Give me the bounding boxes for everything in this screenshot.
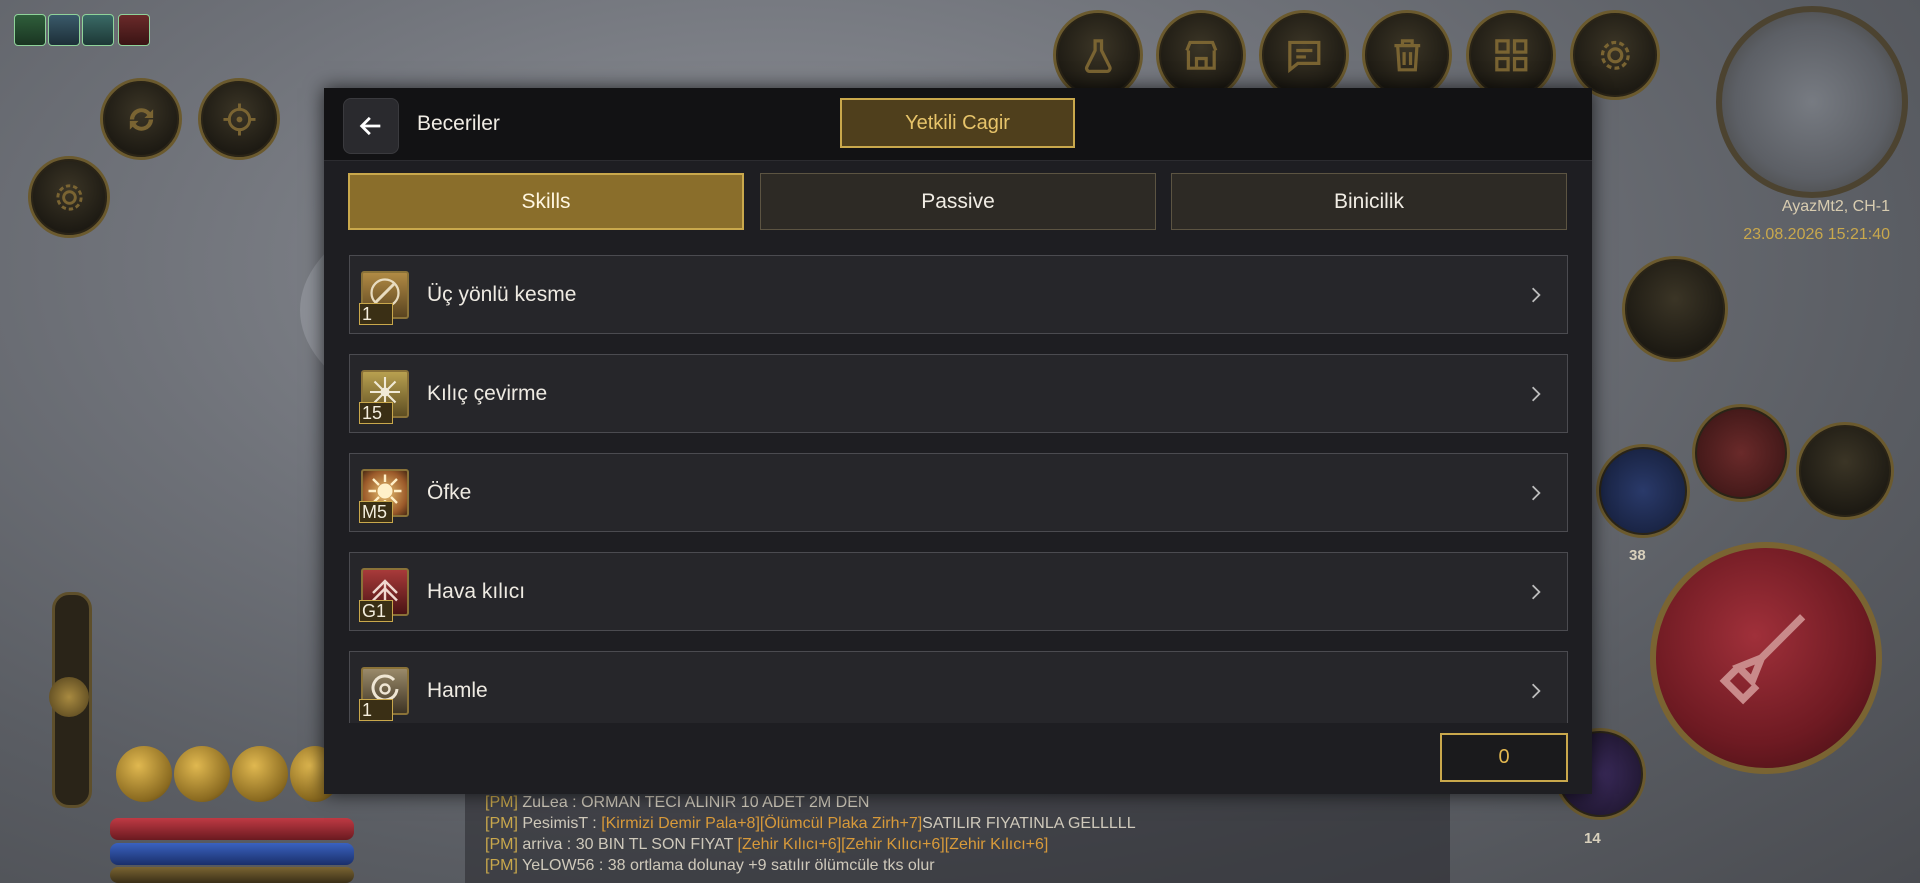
hp-bar [110,818,354,840]
call-gm-button[interactable]: Yetkili Cagir [840,98,1075,148]
tab-binicilik[interactable]: Binicilik [1171,173,1567,230]
tab-skills[interactable]: Skills [348,173,744,230]
skill-slot-spirit[interactable] [1796,422,1894,520]
sp-bar [110,843,354,865]
skill-row-kilic-cevirme[interactable]: 15 Kılıç çevirme [349,354,1568,433]
chat-button[interactable] [1259,10,1349,100]
chat-line: [PM] ZuLea : ORMAN TECI ALINIR 10 ADET 2… [485,794,870,811]
chat-log[interactable]: [PM] ZuLea : ORMAN TECI ALINIR 10 ADET 2… [465,792,1450,883]
chevron-right-icon [1531,584,1541,600]
chevron-right-icon [1531,386,1541,402]
chevron-right-icon [1531,683,1541,699]
tab-passive[interactable]: Passive [760,173,1156,230]
grid-menu-button[interactable] [1466,10,1556,100]
buff-icon-figure [82,14,114,46]
skill-level-badge: 1 [359,699,393,721]
skill-level-badge: 15 [359,402,393,424]
quickslot-orb[interactable] [232,746,288,802]
skill-row-uc-yonlu-kesme[interactable]: 1 Üç yönlü kesme [349,255,1568,334]
skill-name: Kılıç çevirme [427,382,548,405]
map-datetime: 23.08.2026 15:21:40 [1743,226,1890,243]
skill-level-badge: G1 [359,600,393,622]
flask-icon [1084,38,1112,73]
skill-row-hava-kilici[interactable]: G1 Hava kılıcı [349,552,1568,631]
skill-name: Öfke [427,481,472,504]
skill-name: Hamle [427,679,488,702]
dialog-header: Beceriler Yetkili Cagir [324,88,1592,161]
quickslot-orb[interactable] [116,746,172,802]
back-button[interactable] [343,98,399,154]
skill-row-hamle[interactable]: 1 Hamle [349,651,1568,723]
auto-hunt-button[interactable] [100,78,182,160]
camera-zoom-slider[interactable] [49,592,92,808]
trash-icon [1394,38,1420,72]
skill-slot-shield[interactable] [1596,444,1690,538]
settings-button[interactable] [1570,10,1660,100]
trash-button[interactable] [1362,10,1452,100]
skill-level-badge: M5 [359,501,393,523]
slider-knob[interactable] [49,677,89,717]
arrow-left-icon [359,116,381,136]
chevron-right-icon [1531,287,1541,303]
quickslot-orb[interactable] [174,746,230,802]
left-settings-button[interactable] [28,156,110,238]
shop-button[interactable] [1156,10,1246,100]
skill-name: Hava kılıcı [427,580,526,603]
skill-list[interactable]: 1 Üç yönlü kesme 15 Kılıç çevirme M5 Öfk… [349,255,1568,723]
chat-icon [1287,40,1321,73]
shop-icon [1185,40,1217,70]
attack-button[interactable] [1650,542,1882,774]
skill-slot-wolf[interactable] [1622,256,1728,362]
map-name: AyazMt2, CH-1 [1781,198,1890,215]
skills-dialog: Beceriler Yetkili Cagir Skills Passive B… [324,88,1592,794]
gear-icon [55,183,83,211]
crosshair-icon [222,102,256,136]
exp-bar [110,867,354,883]
slot-count-a: 38 [1629,547,1646,564]
flask-button[interactable] [1053,10,1143,100]
grid-icon [1494,38,1528,72]
sword-icon [1719,614,1806,705]
skill-row-ofke[interactable]: M5 Öfke [349,453,1568,532]
refresh-icon [129,107,153,131]
chat-line: [PM] arriva : 30 BIN TL SON FIYAT [Zehir… [485,836,1049,853]
buff-icon-potion [118,14,150,46]
buff-icon-horse [14,14,46,46]
target-button[interactable] [198,78,280,160]
minimap[interactable] [1716,6,1908,198]
chat-line: [PM] YeLOW56 : 38 ortlama dolunay +9 sat… [485,857,935,874]
buff-icon-scroll [48,14,80,46]
skill-points-counter: 0 [1440,733,1568,782]
chat-line: [PM] PesimisT : [Kirmizi Demir Pala+8][Ö… [485,815,1136,832]
gear-icon [1600,40,1630,70]
skill-name: Üç yönlü kesme [427,283,577,306]
skill-slot-sword-red[interactable] [1692,404,1790,502]
skill-level-badge: 1 [359,303,393,325]
chevron-right-icon [1531,485,1541,501]
slot-count-b: 14 [1584,830,1601,847]
dialog-title: Beceriler [417,112,500,135]
